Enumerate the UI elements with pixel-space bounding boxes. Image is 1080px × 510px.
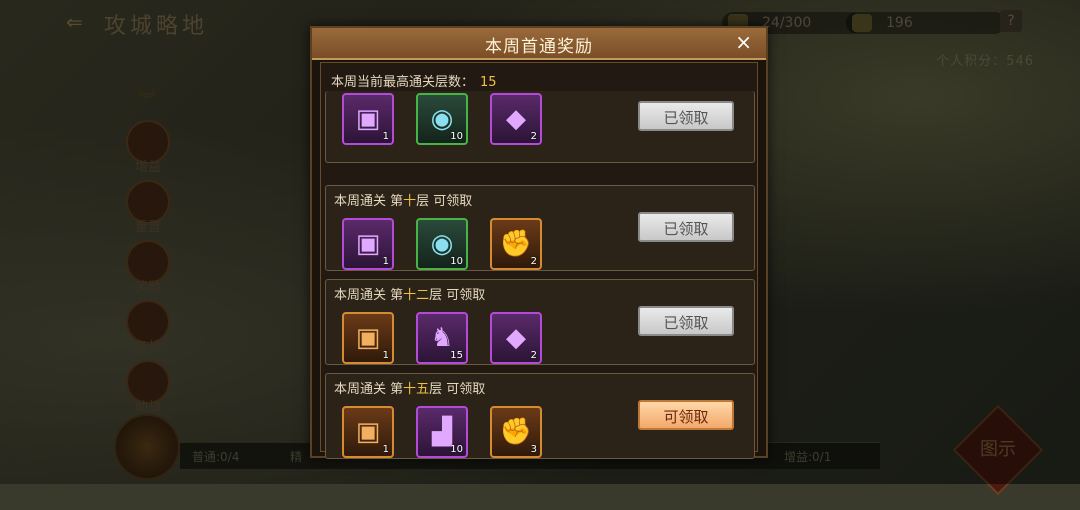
item-count: 2 [530,350,537,361]
item-count: 10 [450,444,463,455]
dialog-header: 本周首通奖励 × [312,28,766,60]
dialog-title: 本周首通奖励 [485,37,593,57]
item-count: 2 [530,131,537,142]
reward-row-label: 本周通关 第十五层 可领取 [334,382,486,397]
close-icon[interactable]: × [735,30,752,54]
reward-row: 本周通关 第十层 可领取 ▣ 1 ◉ 10 ✊ 2 已领取 [325,185,755,271]
reward-item[interactable]: ◆ 2 [490,312,542,364]
claimed-button[interactable]: 已领取 [638,212,734,242]
reward-list: 本周当前最高通关层数： 15 ▣ 1 ◉ 10 ◆ 2 已领取 本周通关 第十层 可领取 ▣ 1 ◉ 1… [320,62,758,459]
reward-item[interactable]: ◆ 2 [490,93,542,145]
item-count: 1 [382,350,389,361]
item-count: 10 [450,131,463,142]
reward-row-label: 本周通关 第十二层 可领取 [334,288,486,303]
reward-item[interactable]: ✊ 3 [490,406,542,458]
reward-item[interactable]: ▟ 10 [416,406,468,458]
reward-item[interactable]: ◉ 10 [416,93,468,145]
item-count: 1 [382,256,389,267]
item-count: 15 [450,350,463,361]
reward-row-label: 本周通关 第十层 可领取 [334,194,473,209]
reward-item[interactable]: ◉ 10 [416,218,468,270]
item-count: 10 [450,256,463,267]
item-count: 3 [530,444,537,455]
reward-item[interactable]: ▣ 1 [342,312,394,364]
reward-item[interactable]: ▣ 1 [342,406,394,458]
reward-row: 本周通关 第十二层 可领取 ▣ 1 ♞ 15 ◆ 2 已领取 [325,279,755,365]
reward-item[interactable]: ✊ 2 [490,218,542,270]
reward-item[interactable]: ▣ 1 [342,218,394,270]
claimed-button[interactable]: 已领取 [638,101,734,131]
item-count: 1 [382,444,389,455]
reward-item[interactable]: ▣ 1 [342,93,394,145]
reward-row: 本周通关 第十五层 可领取 ▣ 1 ▟ 10 ✊ 3 可领取 [325,373,755,459]
claimed-button[interactable]: 已领取 [638,306,734,336]
claim-button[interactable]: 可领取 [638,400,734,430]
weekly-first-clear-reward-dialog: 本周首通奖励 × 本周当前最高通关层数： 15 ▣ 1 ◉ 10 ◆ 2 已领取 本周通关 第十… [310,26,768,459]
item-count: 1 [382,131,389,142]
reward-row: ▣ 1 ◉ 10 ◆ 2 已领取 [325,91,755,163]
item-count: 2 [530,256,537,267]
reward-item[interactable]: ♞ 15 [416,312,468,364]
max-floor-info: 本周当前最高通关层数： 15 [331,75,497,90]
